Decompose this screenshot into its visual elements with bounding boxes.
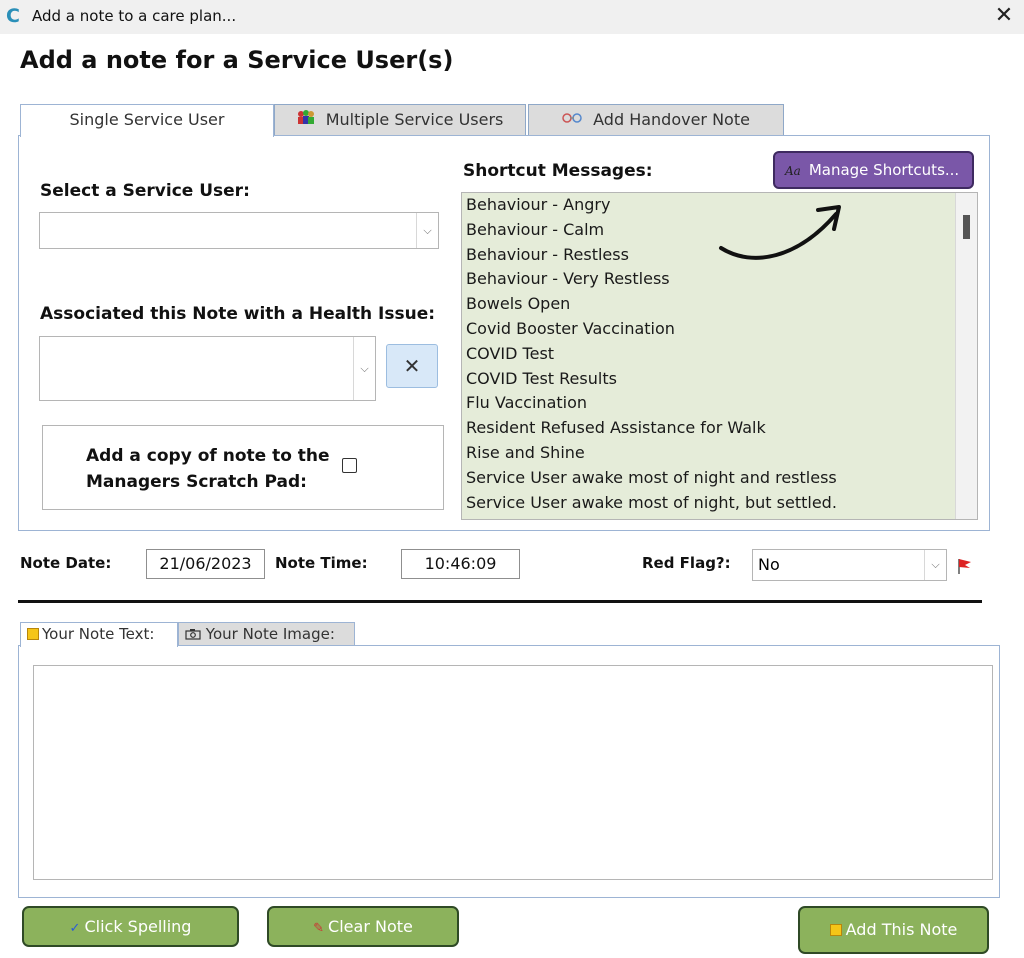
- shortcut-item[interactable]: Behaviour - Very Restless: [462, 267, 977, 292]
- tab-multiple-service-users[interactable]: Multiple Service Users: [274, 104, 526, 136]
- click-spelling-label: Click Spelling: [84, 917, 192, 936]
- shortcut-item[interactable]: COVID Test Results: [462, 367, 977, 392]
- camera-icon: [185, 625, 206, 643]
- add-note-button[interactable]: Add This Note: [798, 906, 989, 954]
- shortcut-item[interactable]: Service User awake most of night, but se…: [462, 491, 977, 516]
- add-note-label: Add This Note: [845, 920, 958, 939]
- annotation-arrow-icon: [719, 205, 841, 260]
- title-bar: C Add a note to a care plan... ✕: [0, 0, 1024, 34]
- tab-label: Multiple Service Users: [325, 110, 504, 129]
- tab-note-text[interactable]: Your Note Text:: [20, 622, 178, 647]
- note-text-input[interactable]: [33, 665, 993, 880]
- manage-shortcuts-label: Manage Shortcuts...: [808, 161, 960, 179]
- eraser-icon: ✎: [313, 921, 325, 936]
- close-icon[interactable]: ✕: [992, 3, 1016, 29]
- scroll-thumb[interactable]: [963, 215, 970, 239]
- people-icon: [297, 106, 315, 136]
- click-spelling-button[interactable]: ✓ Click Spelling: [22, 906, 239, 947]
- tab-label: Add Handover Note: [593, 110, 750, 129]
- scratch-pad-label: Add a copy of note to the Managers Scrat…: [86, 446, 330, 492]
- shortcut-item[interactable]: Service User awake most of night and res…: [462, 466, 977, 491]
- tab-label: Your Note Text:: [42, 625, 155, 643]
- chevron-down-icon[interactable]: ⌵: [416, 213, 438, 248]
- health-issue-label: Associated this Note with a Health Issue…: [40, 304, 436, 324]
- shortcut-item[interactable]: COVID Test: [462, 342, 977, 367]
- shortcut-item[interactable]: Resident Refused Assistance for Walk: [462, 416, 977, 441]
- note-date-label: Note Date:: [20, 554, 112, 572]
- handover-icon: [562, 106, 582, 136]
- shortcut-messages-label: Shortcut Messages:: [463, 161, 653, 181]
- red-flag-label: Red Flag?:: [642, 554, 731, 572]
- health-issue-select[interactable]: ⌵: [39, 336, 376, 401]
- chevron-down-icon[interactable]: ⌵: [924, 550, 946, 580]
- shortcut-item[interactable]: Rise and Shine: [462, 441, 977, 466]
- note-icon: [27, 628, 39, 640]
- note-time-label: Note Time:: [275, 554, 368, 572]
- tab-label: Your Note Image:: [205, 625, 335, 643]
- tab-note-image[interactable]: Your Note Image:: [178, 622, 355, 646]
- app-logo-icon: C: [6, 5, 20, 27]
- clear-health-issue-button[interactable]: ✕: [386, 344, 438, 388]
- font-icon: Aa: [785, 164, 801, 178]
- shortcut-item[interactable]: Covid Booster Vaccination: [462, 317, 977, 342]
- spellcheck-icon: ✓: [69, 921, 81, 936]
- scratch-pad-box: Add a copy of note to the Managers Scrat…: [42, 425, 444, 510]
- shortcut-item[interactable]: Flu Vaccination: [462, 391, 977, 416]
- note-icon: [829, 924, 842, 936]
- tab-add-handover-note[interactable]: Add Handover Note: [528, 104, 784, 136]
- red-flag-select[interactable]: No ⌵: [752, 549, 947, 581]
- manage-shortcuts-button[interactable]: Aa Manage Shortcuts...: [773, 151, 974, 189]
- red-flag-value: No: [758, 555, 780, 574]
- page-title: Add a note for a Service User(s): [20, 46, 454, 74]
- clear-note-button[interactable]: ✎ Clear Note: [267, 906, 459, 947]
- service-user-select[interactable]: ⌵: [39, 212, 439, 249]
- note-date-field[interactable]: 21/06/2023: [146, 549, 265, 579]
- red-flag-icon: [958, 559, 971, 574]
- note-time-field[interactable]: 10:46:09: [401, 549, 520, 579]
- select-user-label: Select a Service User:: [40, 181, 250, 201]
- scratch-pad-checkbox[interactable]: [342, 458, 357, 473]
- shortcut-item[interactable]: Bowels Open: [462, 292, 977, 317]
- window-title: Add a note to a care plan...: [32, 7, 237, 25]
- tab-single-service-user[interactable]: Single Service User: [20, 104, 274, 137]
- tab-label: Single Service User: [69, 110, 225, 129]
- chevron-down-icon[interactable]: ⌵: [353, 337, 375, 400]
- clear-note-label: Clear Note: [328, 917, 413, 936]
- divider: [18, 600, 982, 603]
- scrollbar[interactable]: [955, 193, 977, 519]
